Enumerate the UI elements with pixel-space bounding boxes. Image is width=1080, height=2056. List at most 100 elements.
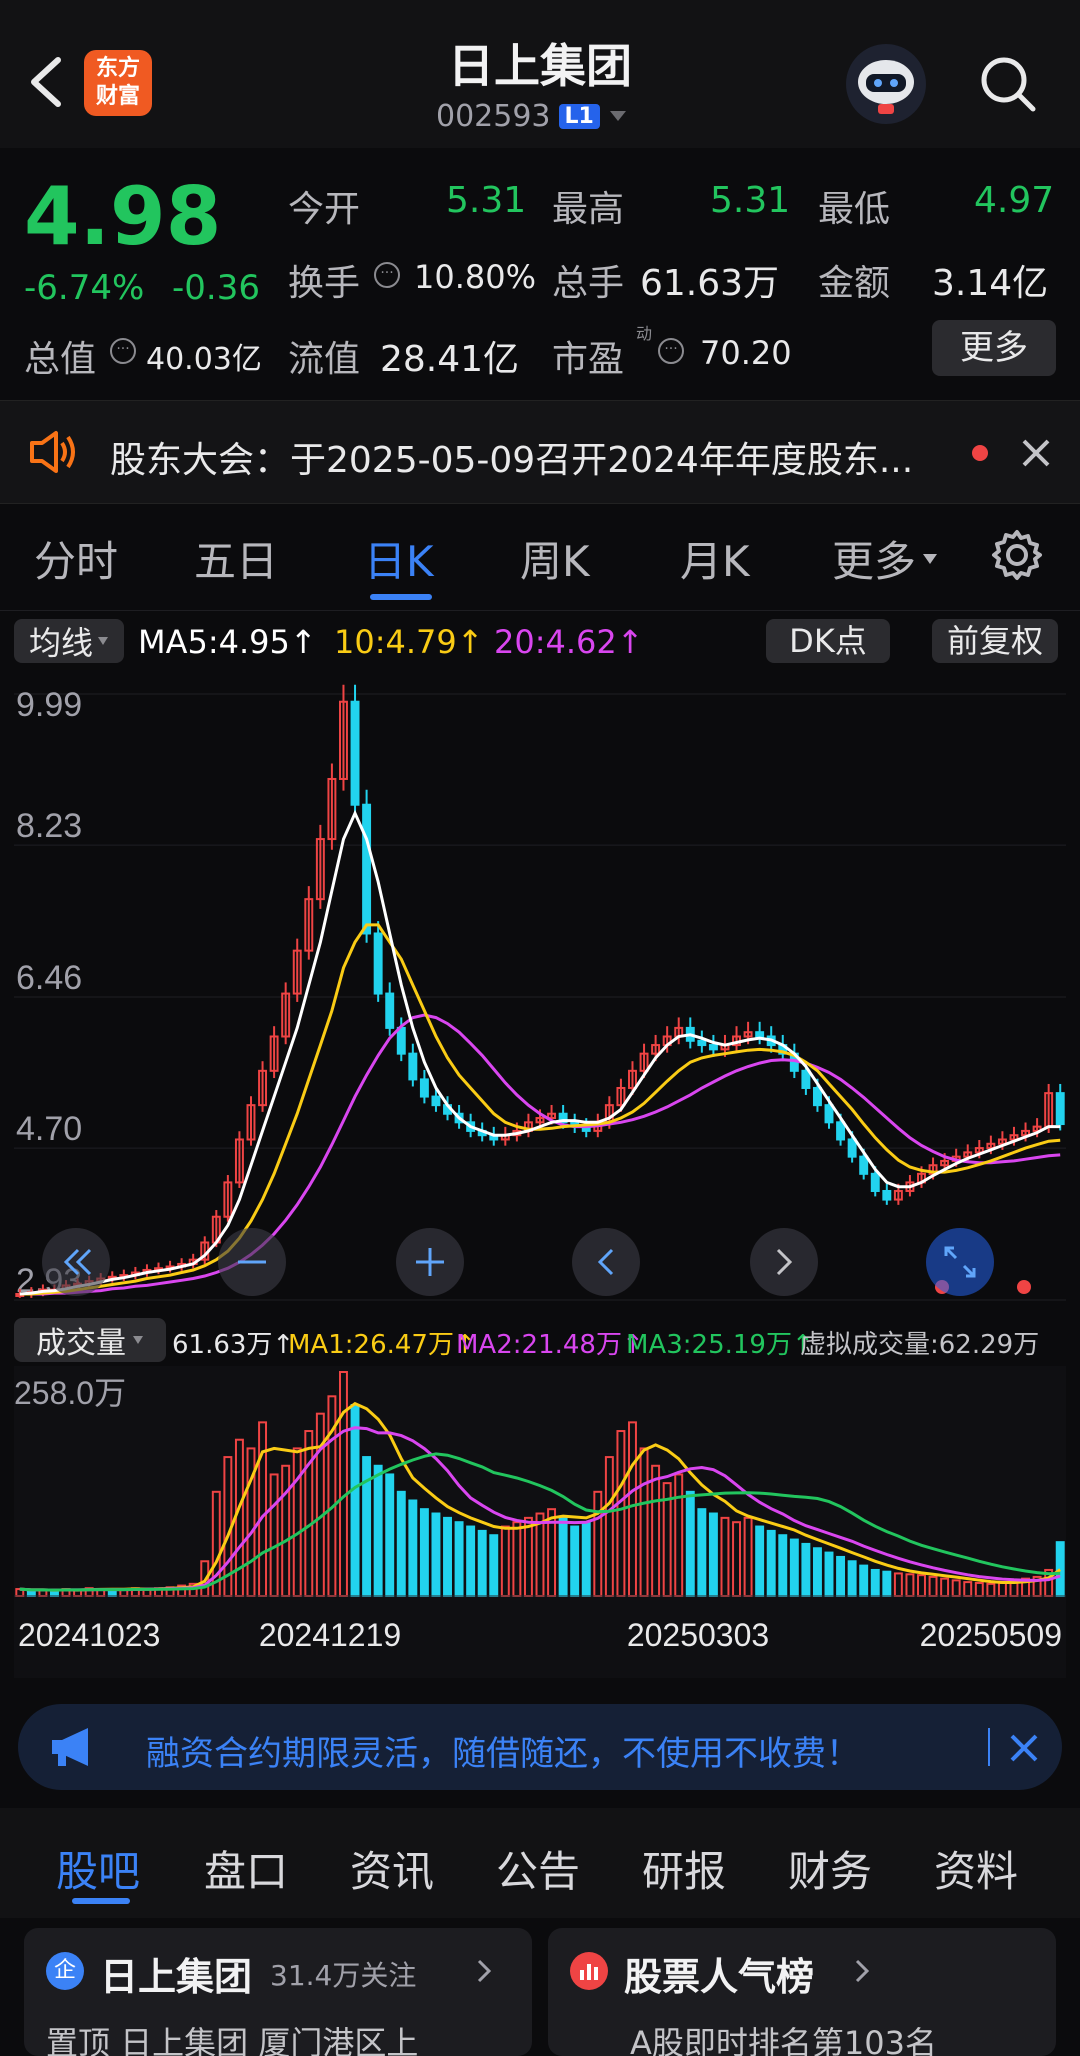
volume-bar xyxy=(778,1534,788,1597)
active-tab-indicator xyxy=(72,1898,130,1904)
notice-text: 股东大会：于2025-05-09召开2024年年度股东... xyxy=(110,440,914,481)
guba-card[interactable]: 企 日上集团 31.4万关注 置顶 日上集团 厦门港区上 xyxy=(24,1928,532,2056)
chevron-right-button[interactable] xyxy=(750,1228,818,1296)
candle-body xyxy=(408,1052,418,1081)
volume-value: 61.63万 xyxy=(640,263,780,304)
volume-bar xyxy=(824,1551,834,1597)
volume-bar xyxy=(373,1464,383,1597)
volume-bar xyxy=(870,1568,880,1598)
vol-ma1-readout: MA1:26.47万↑ xyxy=(288,1330,476,1360)
volume-bar xyxy=(419,1508,429,1598)
caret-down-icon xyxy=(923,553,938,564)
enterprise-icon: 企 xyxy=(46,1952,84,1990)
dk-point-button[interactable]: DK点 xyxy=(766,619,890,663)
notice-bar[interactable]: 股东大会：于2025-05-09召开2024年年度股东... xyxy=(0,400,1080,504)
ad-text: 融资合约期限灵活，随借随还，不使用不收费！ xyxy=(146,1734,860,1774)
stock-code: 002593 xyxy=(436,98,551,134)
kline-chart[interactable]: 9.998.236.464.702.93 xyxy=(0,670,1080,1310)
tab-more[interactable]: 更多 xyxy=(832,528,938,589)
float-cap-value: 28.41亿 xyxy=(380,339,520,380)
popularity-card[interactable]: 股票人气榜 A股即时排名第103名 xyxy=(548,1928,1056,2056)
search-button[interactable] xyxy=(978,54,1038,114)
indicator-selector-label: 均线 xyxy=(28,624,93,662)
tab-daily-k[interactable]: 日K xyxy=(364,528,434,589)
volume-chart[interactable]: 258.0万 20241023 20241219 20250303 20250509 xyxy=(0,1366,1080,1686)
ma20-readout: 20:4.62↑ xyxy=(494,623,644,661)
candle-body xyxy=(1055,1092,1065,1126)
guba-card-sub: 置顶 日上集团 厦门港区上 xyxy=(46,2024,419,2056)
volume-bar xyxy=(570,1525,580,1597)
double-left-button[interactable] xyxy=(42,1228,110,1296)
y-tick-label: 8.23 xyxy=(16,807,82,845)
tab-profile[interactable]: 资料 xyxy=(934,1838,1018,1899)
info-icon[interactable]: ··· xyxy=(110,338,136,364)
tab-five-day[interactable]: 五日 xyxy=(194,528,278,589)
close-icon[interactable] xyxy=(1020,437,1052,469)
ma20-line xyxy=(19,1013,1061,1296)
volume-bar xyxy=(1055,1541,1065,1598)
volume-bar xyxy=(882,1570,892,1598)
tab-intraday[interactable]: 分时 xyxy=(34,528,118,589)
candle-body xyxy=(697,1039,707,1047)
dk-point-label: DK点 xyxy=(789,622,867,660)
expand-button[interactable] xyxy=(926,1228,994,1296)
candle-body xyxy=(801,1069,811,1089)
market-cap-value: 40.03亿 xyxy=(146,342,262,377)
tab-monthly-k[interactable]: 月K xyxy=(680,528,750,589)
x-tick-label: 20241023 xyxy=(18,1617,160,1653)
gear-icon[interactable] xyxy=(990,528,1044,582)
caret-down-icon xyxy=(609,111,626,121)
close-icon[interactable] xyxy=(1008,1732,1040,1764)
info-icon[interactable]: ··· xyxy=(658,338,684,364)
volume-bar xyxy=(789,1538,799,1597)
tab-research[interactable]: 研报 xyxy=(642,1838,726,1899)
volume-bar xyxy=(477,1529,487,1598)
volume-bar xyxy=(685,1490,695,1597)
popularity-card-title: 股票人气榜 xyxy=(624,1955,815,1999)
robot-avatar-icon[interactable] xyxy=(846,44,926,124)
chevron-left-button[interactable] xyxy=(572,1228,640,1296)
volume-bar xyxy=(766,1529,776,1598)
high-value: 5.31 xyxy=(710,180,791,221)
candle-body xyxy=(431,1095,441,1107)
tab-finance[interactable]: 财务 xyxy=(788,1838,872,1899)
volume-bar xyxy=(443,1516,452,1597)
tab-more-label: 更多 xyxy=(832,537,917,586)
volume-selector[interactable]: 成交量 xyxy=(14,1318,166,1362)
volume-bar xyxy=(859,1564,869,1597)
pe-sup: 动 xyxy=(636,324,653,343)
open-label: 今开 xyxy=(288,189,361,230)
ad-banner[interactable]: 融资合约期限灵活，随借随还，不使用不收费！ xyxy=(18,1704,1062,1790)
y-tick-label: 9.99 xyxy=(16,686,82,724)
volume-label: 总手 xyxy=(552,263,625,304)
open-value: 5.31 xyxy=(446,180,527,221)
tab-announcements[interactable]: 公告 xyxy=(496,1838,580,1899)
float-cap-label: 流值 xyxy=(288,339,361,380)
y-tick-label: 4.70 xyxy=(16,1110,82,1148)
candle-body xyxy=(396,1026,406,1055)
caret-down-icon xyxy=(98,637,108,645)
stock-code-row[interactable]: 002593 L1 xyxy=(436,96,628,136)
divider xyxy=(988,1728,990,1766)
tab-pankou[interactable]: 盘口 xyxy=(204,1838,288,1899)
top-header: 东方 财富 日上集团 002593 L1 xyxy=(0,0,1080,148)
search-icon xyxy=(981,57,1036,112)
tab-news[interactable]: 资讯 xyxy=(350,1838,434,1899)
tab-weekly-k[interactable]: 周K xyxy=(520,528,590,589)
indicator-selector[interactable]: 均线 xyxy=(14,619,124,663)
ma5-line xyxy=(19,809,1061,1296)
volume-bar xyxy=(408,1499,418,1597)
minus-button[interactable] xyxy=(218,1228,286,1296)
tab-guba[interactable]: 股吧 xyxy=(56,1838,140,1899)
caret-down-icon xyxy=(133,1336,143,1344)
adjust-button[interactable]: 前复权 xyxy=(932,619,1058,663)
more-button[interactable]: 更多 xyxy=(932,320,1056,376)
megaphone-icon xyxy=(52,1728,88,1766)
info-icon[interactable]: ··· xyxy=(374,262,400,288)
volume-bar xyxy=(362,1456,372,1598)
chevron-right-icon xyxy=(477,1959,492,1983)
level-badge: L1 xyxy=(558,103,600,129)
plus-button[interactable] xyxy=(396,1228,464,1296)
volume-bar xyxy=(812,1547,822,1597)
guba-card-follow: 31.4万关注 xyxy=(270,1959,417,1992)
